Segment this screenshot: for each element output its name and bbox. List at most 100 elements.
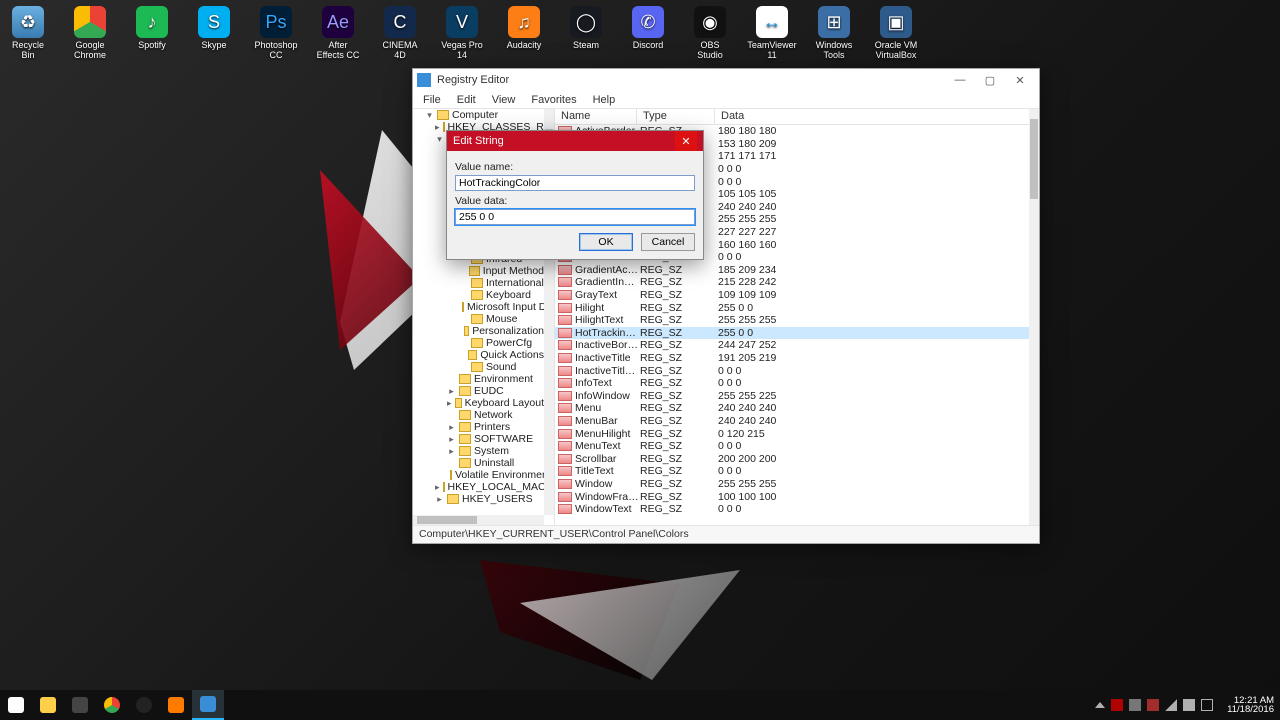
value-row[interactable]: WindowFrameREG_SZ100 100 100 — [555, 490, 1029, 503]
minimize-button[interactable]: — — [945, 70, 975, 90]
taskbar-registry-editor[interactable] — [192, 690, 224, 720]
tray-notifications-icon[interactable] — [1201, 699, 1213, 711]
tree-node[interactable]: ▸HKEY_LOCAL_MACHINE — [413, 481, 544, 493]
tree-node[interactable]: ▸Printers — [413, 421, 544, 433]
tree-toggle-icon[interactable]: ▾ — [425, 109, 434, 121]
value-row[interactable]: InactiveBorderREG_SZ244 247 252 — [555, 339, 1029, 352]
cancel-button[interactable]: Cancel — [641, 233, 695, 251]
desktop-icon-after-effects-cc[interactable]: AeAfter Effects CC — [316, 6, 360, 60]
menu-edit[interactable]: Edit — [453, 93, 480, 107]
value-row[interactable]: MenuTextREG_SZ0 0 0 — [555, 440, 1029, 453]
desktop-icon-photoshop-cc[interactable]: PsPhotoshop CC — [254, 6, 298, 60]
tree-toggle-icon[interactable]: ▸ — [435, 493, 444, 505]
taskbar-blender[interactable] — [160, 690, 192, 720]
tree-node[interactable]: Mouse — [413, 313, 544, 325]
tree-toggle-icon[interactable]: ▸ — [435, 481, 440, 493]
value-name-input[interactable] — [455, 175, 695, 191]
value-row[interactable]: InactiveTitleTextREG_SZ0 0 0 — [555, 364, 1029, 377]
desktop-icon-recycle-bin[interactable]: ♻Recycle Bin — [6, 6, 50, 60]
taskbar-task-view[interactable] — [64, 690, 96, 720]
value-row[interactable]: MenuBarREG_SZ240 240 240 — [555, 415, 1029, 428]
dialog-close-button[interactable]: ✕ — [675, 131, 697, 151]
tray-icon[interactable] — [1129, 699, 1141, 711]
maximize-button[interactable]: ▢ — [975, 70, 1005, 90]
taskbar-clock[interactable]: 12:21 AM 11/18/2016 — [1221, 694, 1280, 717]
value-row[interactable]: WindowTextREG_SZ0 0 0 — [555, 503, 1029, 516]
column-type[interactable]: Type — [637, 109, 715, 124]
value-row[interactable]: GradientActiveT…REG_SZ185 209 234 — [555, 264, 1029, 277]
desktop-icon-skype[interactable]: SSkype — [192, 6, 236, 60]
tree-node[interactable]: Network — [413, 409, 544, 421]
desktop-icon-steam[interactable]: ◯Steam — [564, 6, 608, 60]
value-row[interactable]: InactiveTitleREG_SZ191 205 219 — [555, 352, 1029, 365]
tree-node[interactable]: ▸System — [413, 445, 544, 457]
tree-node[interactable]: Quick Actions — [413, 349, 544, 361]
taskbar-file-explorer[interactable] — [32, 690, 64, 720]
tree-node[interactable]: Sound — [413, 361, 544, 373]
tray-volume-icon[interactable] — [1183, 699, 1195, 711]
list-header[interactable]: Name Type Data — [555, 109, 1039, 125]
desktop-icon-audacity[interactable]: ♫Audacity — [502, 6, 546, 60]
tree-node[interactable]: Environment — [413, 373, 544, 385]
tree-toggle-icon[interactable]: ▾ — [435, 133, 444, 145]
desktop-icon-google-chrome[interactable]: Google Chrome — [68, 6, 112, 60]
value-row[interactable]: InfoTextREG_SZ0 0 0 — [555, 377, 1029, 390]
desktop-icon-spotify[interactable]: ♪Spotify — [130, 6, 174, 60]
desktop-icon-teamviewer-11[interactable]: ↔TeamViewer 11 — [750, 6, 794, 60]
tree-node[interactable]: Volatile Environment — [413, 469, 544, 481]
value-row[interactable]: HilightTextREG_SZ255 255 255 — [555, 314, 1029, 327]
tree-node[interactable]: ▸HKEY_USERS — [413, 493, 544, 505]
menu-help[interactable]: Help — [589, 93, 620, 107]
value-row[interactable]: GradientInactiv…REG_SZ215 228 242 — [555, 276, 1029, 289]
menu-favorites[interactable]: Favorites — [527, 93, 580, 107]
tree-node[interactable]: Input Method — [413, 265, 544, 277]
desktop-icon-oracle-vm-virtualbox[interactable]: ▣Oracle VM VirtualBox — [874, 6, 918, 60]
value-row[interactable]: WindowREG_SZ255 255 255 — [555, 478, 1029, 491]
desktop-icon-windows-tools[interactable]: ⊞Windows Tools — [812, 6, 856, 60]
menu-file[interactable]: File — [419, 93, 445, 107]
taskbar-chrome[interactable] — [96, 690, 128, 720]
tree-toggle-icon[interactable]: ▸ — [447, 433, 456, 445]
value-row[interactable]: InfoWindowREG_SZ255 255 225 — [555, 389, 1029, 402]
tree-node[interactable]: International — [413, 277, 544, 289]
value-row[interactable]: HotTrackingColorREG_SZ255 0 0 — [555, 327, 1029, 340]
list-vertical-scrollbar[interactable] — [1029, 109, 1039, 525]
tray-icon[interactable] — [1147, 699, 1159, 711]
value-row[interactable]: HilightREG_SZ255 0 0 — [555, 301, 1029, 314]
column-name[interactable]: Name — [555, 109, 637, 124]
taskbar-start[interactable] — [0, 690, 32, 720]
tree-toggle-icon[interactable]: ▸ — [447, 421, 456, 433]
tree-horizontal-scrollbar[interactable] — [413, 515, 544, 525]
value-row[interactable]: TitleTextREG_SZ0 0 0 — [555, 465, 1029, 478]
tray-network-icon[interactable] — [1165, 699, 1177, 711]
desktop-icon-vegas-pro-14[interactable]: VVegas Pro 14 — [440, 6, 484, 60]
ok-button[interactable]: OK — [579, 233, 633, 251]
tree-node[interactable]: ▾Computer — [413, 109, 544, 121]
system-tray[interactable] — [1087, 699, 1221, 711]
value-row[interactable]: ScrollbarREG_SZ200 200 200 — [555, 452, 1029, 465]
tree-toggle-icon[interactable]: ▸ — [435, 121, 440, 133]
column-data[interactable]: Data — [715, 109, 1039, 124]
tree-node[interactable]: Uninstall — [413, 457, 544, 469]
value-row[interactable]: MenuHilightREG_SZ0 120 215 — [555, 427, 1029, 440]
close-button[interactable]: ✕ — [1005, 70, 1035, 90]
tree-node[interactable]: Microsoft Input D… — [413, 301, 544, 313]
tree-node[interactable]: Keyboard — [413, 289, 544, 301]
tree-node[interactable]: ▸SOFTWARE — [413, 433, 544, 445]
taskbar-obs[interactable] — [128, 690, 160, 720]
value-row[interactable]: MenuREG_SZ240 240 240 — [555, 402, 1029, 415]
tree-node[interactable]: Personalization — [413, 325, 544, 337]
value-row[interactable]: GrayTextREG_SZ109 109 109 — [555, 289, 1029, 302]
tray-chevron-icon[interactable] — [1095, 702, 1105, 708]
titlebar[interactable]: Registry Editor — ▢ ✕ — [413, 69, 1039, 91]
desktop-icon-obs-studio[interactable]: ◉OBS Studio — [688, 6, 732, 60]
desktop-icon-discord[interactable]: ✆Discord — [626, 6, 670, 60]
desktop-icon-cinema-4d[interactable]: CCINEMA 4D — [378, 6, 422, 60]
menu-view[interactable]: View — [488, 93, 520, 107]
dialog-titlebar[interactable]: Edit String ✕ — [447, 131, 703, 151]
value-data-input[interactable] — [455, 209, 695, 225]
tree-node[interactable]: ▸EUDC — [413, 385, 544, 397]
tray-icon[interactable] — [1111, 699, 1123, 711]
tree-toggle-icon[interactable]: ▸ — [447, 397, 452, 409]
tree-node[interactable]: ▸Keyboard Layout — [413, 397, 544, 409]
